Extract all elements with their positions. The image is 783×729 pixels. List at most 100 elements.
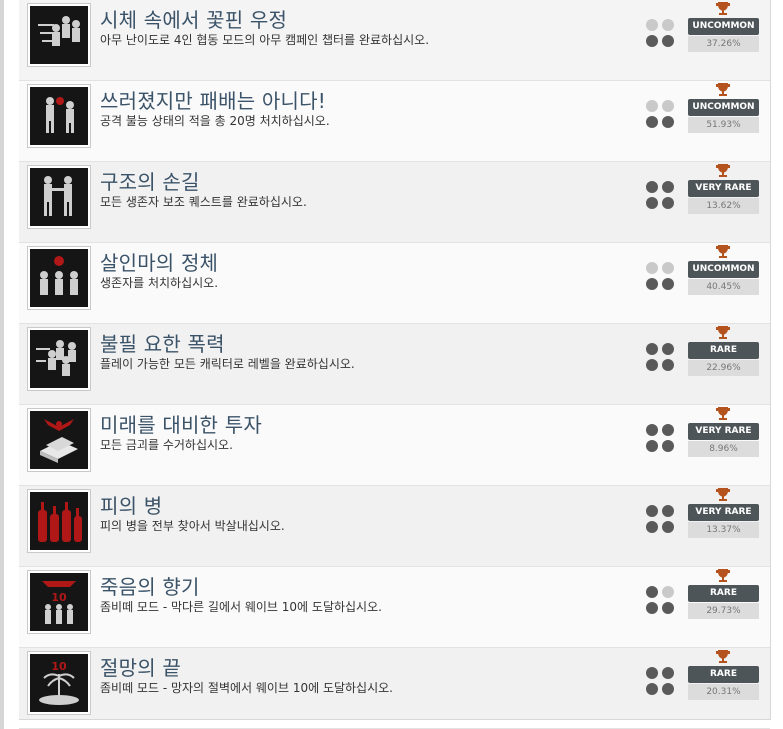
- trophy-icon: [716, 407, 730, 420]
- unlock-percentage: 40.45%: [688, 279, 759, 295]
- wave-number-label: 10: [51, 591, 67, 604]
- trophy-icon: [716, 488, 730, 501]
- achievement-title: 미래를 대비한 투자: [100, 413, 262, 437]
- trophy-icon: [716, 83, 730, 96]
- difficulty-dot: [662, 359, 674, 371]
- achievement-thumbnail: [27, 246, 91, 310]
- achievement-row[interactable]: 구조의 손길 모든 생존자 보조 퀘스트를 완료하십시오. VERY RARE …: [19, 162, 770, 243]
- difficulty-dot: [646, 116, 658, 128]
- difficulty-dot: [646, 35, 658, 47]
- trophy-icon: [716, 245, 730, 258]
- difficulty-dot: [646, 100, 658, 112]
- rarity-badge: UNCOMMON: [688, 261, 759, 278]
- achievement-title: 절망의 끝: [100, 656, 181, 680]
- soldiers-squad-icon: [30, 330, 88, 388]
- trophy-icon: [716, 569, 730, 582]
- difficulty-dot: [646, 197, 658, 209]
- difficulty-dots: [646, 19, 676, 49]
- difficulty-dot: [662, 19, 674, 31]
- blood-bottles-icon: [30, 492, 88, 550]
- difficulty-dots: [646, 100, 676, 130]
- difficulty-dot: [646, 602, 658, 614]
- soldiers-fighting-icon: [30, 87, 88, 145]
- difficulty-dots: [646, 586, 676, 616]
- difficulty-dot: [646, 181, 658, 193]
- trophy-icon: [716, 650, 730, 663]
- achievement-title: 죽음의 향기: [100, 575, 200, 599]
- achievement-row[interactable]: 10 절망의 끝 좀비떼 모드 - 망자의 절벽에서 웨이브 10에 도달하십시…: [19, 648, 770, 729]
- achievement-description: 좀비떼 모드 - 망자의 절벽에서 웨이브 10에 도달하십시오.: [100, 681, 393, 695]
- rarity-badge: VERY RARE: [688, 423, 759, 440]
- difficulty-dot: [662, 521, 674, 533]
- achievement-thumbnail: [27, 327, 91, 391]
- difficulty-dots: [646, 181, 676, 211]
- soldiers-killer-icon: [30, 249, 88, 307]
- left-rail: [0, 0, 4, 729]
- achievement-list: 시체 속에서 꽃핀 우정 아무 난이도로 4인 협동 모드의 아무 캠페인 챕터…: [19, 0, 771, 729]
- achievement-description: 좀비떼 모드 - 막다른 길에서 웨이브 10에 도달하십시오.: [100, 600, 382, 614]
- achievement-title: 살인마의 정체: [100, 251, 219, 275]
- difficulty-dot: [646, 343, 658, 355]
- achievement-row[interactable]: 피의 병 피의 병을 전부 찾아서 박살내십시오. VERY RARE 13.3…: [19, 486, 770, 567]
- difficulty-dot: [646, 359, 658, 371]
- difficulty-dot: [662, 667, 674, 679]
- difficulty-dot: [646, 586, 658, 598]
- rarity-badge: RARE: [688, 342, 759, 359]
- difficulty-dot: [646, 424, 658, 436]
- difficulty-dots: [646, 505, 676, 535]
- achievement-description: 아무 난이도로 4인 협동 모드의 아무 캠페인 챕터를 완료하십시오.: [100, 33, 430, 47]
- difficulty-dot: [662, 262, 674, 274]
- rarity-badge: RARE: [688, 666, 759, 683]
- difficulty-dots: [646, 262, 676, 292]
- difficulty-dot: [646, 505, 658, 517]
- rarity-badge: UNCOMMON: [688, 99, 759, 116]
- achievement-row[interactable]: 불필 요한 폭력 플레이 가능한 모든 캐릭터로 레벨을 완료하십시오. RAR…: [19, 324, 770, 405]
- achievement-thumbnail: [27, 489, 91, 553]
- soldiers-helping-icon: [30, 168, 88, 226]
- achievement-description: 생존자를 처치하십시오.: [100, 276, 219, 290]
- trophy-icon: [716, 326, 730, 339]
- zombie-wave-icon: 10: [30, 573, 88, 631]
- difficulty-dot: [662, 586, 674, 598]
- achievement-description: 모든 생존자 보조 퀘스트를 완료하십시오.: [100, 195, 307, 209]
- achievement-row[interactable]: 미래를 대비한 투자 모든 금괴를 수거하십시오. VERY RARE 8.96…: [19, 405, 770, 486]
- achievement-thumbnail: [27, 84, 91, 148]
- achievement-title: 쓰러졌지만 패배는 아니다!: [100, 89, 326, 113]
- difficulty-dot: [646, 667, 658, 679]
- unlock-percentage: 22.96%: [688, 360, 759, 376]
- achievement-description: 공격 불능 상태의 적을 총 20명 처치하십시오.: [100, 114, 330, 128]
- unlock-percentage: 29.73%: [688, 603, 759, 619]
- achievement-row[interactable]: 쓰러졌지만 패배는 아니다! 공격 불능 상태의 적을 총 20명 처치하십시오…: [19, 81, 770, 162]
- achievement-row[interactable]: 살인마의 정체 생존자를 처치하십시오. UNCOMMON 40.45%: [19, 243, 770, 324]
- achievement-title: 피의 병: [100, 494, 163, 518]
- rarity-badge: UNCOMMON: [688, 18, 759, 35]
- difficulty-dot: [662, 602, 674, 614]
- difficulty-dot: [646, 683, 658, 695]
- unlock-percentage: 13.37%: [688, 522, 759, 538]
- unlock-percentage: 51.93%: [688, 117, 759, 133]
- achievement-title: 불필 요한 폭력: [100, 332, 225, 356]
- soldiers-firing-icon: [30, 6, 88, 64]
- rarity-badge: VERY RARE: [688, 180, 759, 197]
- unlock-percentage: 8.96%: [688, 441, 759, 457]
- achievement-thumbnail: [27, 408, 91, 472]
- difficulty-dot: [662, 100, 674, 112]
- trophy-icon: [716, 2, 730, 15]
- gold-bars-icon: [30, 411, 88, 469]
- difficulty-dot: [662, 35, 674, 47]
- unlock-percentage: 20.31%: [688, 684, 759, 700]
- achievement-description: 모든 금괴를 수거하십시오.: [100, 438, 233, 452]
- wave-number-label: 10: [51, 660, 67, 673]
- rarity-badge: RARE: [688, 585, 759, 602]
- achievement-thumbnail: 10: [27, 570, 91, 634]
- difficulty-dots: [646, 343, 676, 373]
- difficulty-dot: [646, 262, 658, 274]
- difficulty-dot: [662, 197, 674, 209]
- achievement-row[interactable]: 10 죽음의 향기 좀비떼 모드 - 막다른 길에서 웨이브 10에 도달하십시…: [19, 567, 770, 648]
- difficulty-dot: [662, 424, 674, 436]
- trophy-icon: [716, 164, 730, 177]
- difficulty-dot: [646, 19, 658, 31]
- difficulty-dot: [646, 440, 658, 452]
- difficulty-dot: [662, 278, 674, 290]
- achievement-row[interactable]: 시체 속에서 꽃핀 우정 아무 난이도로 4인 협동 모드의 아무 캠페인 챕터…: [19, 0, 770, 81]
